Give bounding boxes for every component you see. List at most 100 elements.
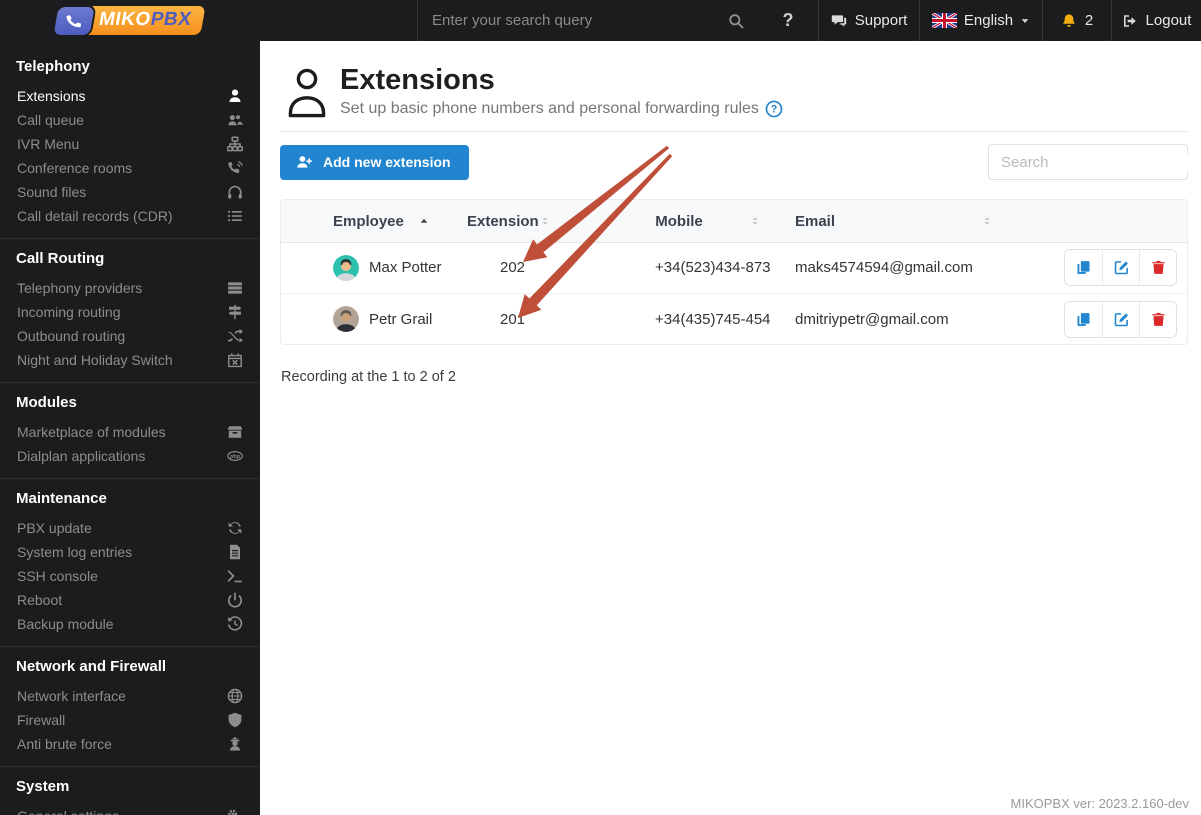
sidebar-item-label: Network interface bbox=[17, 688, 126, 704]
sidebar-item-general-settings[interactable]: General settings bbox=[0, 804, 260, 815]
sidebar-item-ivr-menu[interactable]: IVR Menu bbox=[0, 132, 260, 156]
map-signs-icon bbox=[227, 304, 243, 320]
help-button[interactable]: ? bbox=[758, 0, 818, 41]
logout-label: Logout bbox=[1145, 12, 1192, 29]
svg-text:php: php bbox=[230, 454, 241, 460]
global-search[interactable] bbox=[418, 0, 758, 41]
page-subtitle: Set up basic phone numbers and personal … bbox=[340, 100, 783, 118]
column-header-email[interactable]: Email bbox=[783, 200, 1018, 243]
sort-icon[interactable] bbox=[749, 215, 761, 227]
logout-button[interactable]: Logout bbox=[1112, 0, 1201, 41]
sort-icon[interactable] bbox=[539, 215, 551, 227]
sidebar-item-extensions[interactable]: Extensions bbox=[0, 84, 260, 108]
app-logo[interactable]: MIKOPBX bbox=[0, 0, 260, 41]
sidebar-item-label: Call queue bbox=[17, 112, 84, 128]
sidebar-item-call-queue[interactable]: Call queue bbox=[0, 108, 260, 132]
sidebar-item-system-log-entries[interactable]: System log entries bbox=[0, 540, 260, 564]
extension-cell: 201 bbox=[500, 310, 526, 328]
sidebar-nav: Telephony Extensions Call queue IVR Menu Con… bbox=[0, 41, 260, 815]
table-search[interactable] bbox=[988, 144, 1200, 181]
uk-flag-icon bbox=[931, 13, 957, 28]
edit-button[interactable] bbox=[1102, 301, 1139, 337]
sidebar-item-telephony-providers[interactable]: Telephony providers bbox=[0, 276, 260, 300]
sidebar-item-label: Incoming routing bbox=[17, 304, 121, 320]
sidebar-item-label: PBX update bbox=[17, 520, 92, 536]
users-icon bbox=[227, 112, 243, 128]
add-extension-button[interactable]: Add new extension bbox=[280, 144, 469, 180]
edit-button[interactable] bbox=[1102, 250, 1139, 286]
sidebar-item-incoming-routing[interactable]: Incoming routing bbox=[0, 300, 260, 324]
sort-asc-icon[interactable] bbox=[418, 215, 430, 227]
sidebar: MIKOPBX Telephony Extensions Call queue IVR… bbox=[0, 0, 260, 815]
svg-text:?: ? bbox=[771, 104, 778, 116]
sort-icon[interactable] bbox=[981, 215, 993, 227]
sidebar-section-title: Call Routing bbox=[16, 250, 105, 267]
pagination-summary: Recording at the 1 to 2 of 2 bbox=[281, 369, 456, 386]
sidebar-item-network-interface[interactable]: Network interface bbox=[0, 684, 260, 708]
column-actions bbox=[1018, 200, 1187, 243]
notifications-button[interactable]: 2 bbox=[1043, 0, 1111, 41]
rows-icon bbox=[227, 280, 243, 296]
sidebar-section-title: System bbox=[16, 778, 70, 795]
global-search-input[interactable] bbox=[432, 12, 728, 29]
sidebar-item-label: IVR Menu bbox=[17, 136, 80, 152]
version-label: MIKOPBX ver: 2023.2.160-dev bbox=[1010, 796, 1189, 811]
sidebar-item-dialplan-applications[interactable]: Dialplan applications php bbox=[0, 444, 260, 468]
sidebar-item-conference-rooms[interactable]: Conference rooms bbox=[0, 156, 260, 180]
avatar bbox=[333, 306, 359, 333]
sidebar-item-label: Extensions bbox=[17, 88, 86, 104]
trash-icon bbox=[1151, 260, 1166, 275]
language-selector[interactable]: English bbox=[920, 0, 1042, 41]
table-row-petr-grail[interactable]: Petr Grail 201 +34(435)745-454 dmitriypetr@… bbox=[281, 293, 1187, 344]
column-header-employee[interactable]: Employee bbox=[325, 200, 455, 243]
sidebar-section-system: System General settings bbox=[0, 766, 260, 815]
sidebar-item-night-and-holiday-switch[interactable]: Night and Holiday Switch bbox=[0, 348, 260, 372]
sidebar-item-label: Outbound routing bbox=[17, 328, 126, 344]
sidebar-item-firewall[interactable]: Firewall bbox=[0, 708, 260, 732]
php-icon: php bbox=[227, 448, 243, 464]
delete-button[interactable] bbox=[1139, 301, 1176, 337]
sidebar-item-sound-files[interactable]: Sound files bbox=[0, 180, 260, 204]
column-header-mobile[interactable]: Mobile bbox=[575, 200, 783, 243]
sign-out-icon bbox=[1122, 13, 1138, 29]
sidebar-item-pbx-update[interactable]: PBX update bbox=[0, 516, 260, 540]
avatar bbox=[333, 254, 359, 281]
random-icon bbox=[227, 328, 243, 344]
extension-cell: 202 bbox=[455, 242, 575, 294]
sidebar-item-marketplace-of-modules[interactable]: Marketplace of modules bbox=[0, 420, 260, 444]
support-button[interactable]: Support bbox=[819, 0, 919, 41]
sidebar-section-modules: Modules Marketplace of modules Dialplan ap… bbox=[0, 382, 260, 478]
chevron-down-icon bbox=[1020, 16, 1030, 26]
employee-cell: Petr Grail bbox=[325, 293, 455, 344]
box-icon bbox=[227, 424, 243, 440]
table-search-input[interactable] bbox=[1001, 153, 1200, 171]
search-icon[interactable] bbox=[728, 13, 744, 29]
copy-button[interactable] bbox=[1065, 301, 1102, 337]
delete-button[interactable] bbox=[1139, 250, 1176, 286]
actions-cell bbox=[1018, 293, 1187, 344]
list-icon bbox=[227, 208, 243, 224]
sidebar-section-title: Maintenance bbox=[16, 490, 107, 507]
power-icon bbox=[227, 592, 243, 608]
sidebar-item-reboot[interactable]: Reboot bbox=[0, 588, 260, 612]
email-cell: maks4574594@gmail.com bbox=[783, 242, 1018, 294]
toolbar: Add new extension bbox=[260, 132, 1201, 181]
edit-icon bbox=[1114, 260, 1129, 275]
copy-icon bbox=[1076, 312, 1091, 327]
sidebar-item-anti-brute-force[interactable]: Anti brute force bbox=[0, 732, 260, 756]
sidebar-item-ssh-console[interactable]: SSH console bbox=[0, 564, 260, 588]
page-header: Extensions Set up basic phone numbers an… bbox=[260, 41, 1201, 118]
sidebar-section-telephony: Telephony Extensions Call queue IVR Menu Con… bbox=[0, 47, 260, 238]
sidebar-item-call-detail-records-cdr[interactable]: Call detail records (CDR) bbox=[0, 204, 260, 228]
sidebar-item-backup-module[interactable]: Backup module bbox=[0, 612, 260, 636]
table-row-max-potter[interactable]: Max Potter 202 +34(523)434-873 maks4574594@… bbox=[281, 242, 1187, 294]
copy-button[interactable] bbox=[1065, 250, 1102, 286]
column-header-extension[interactable]: Extension bbox=[455, 200, 575, 243]
phone-icon bbox=[53, 6, 95, 35]
user-plus-icon bbox=[296, 154, 312, 170]
user-icon bbox=[227, 88, 243, 104]
sidebar-item-label: Call detail records (CDR) bbox=[17, 208, 173, 224]
question-circle-icon[interactable]: ? bbox=[765, 100, 783, 118]
sidebar-item-outbound-routing[interactable]: Outbound routing bbox=[0, 324, 260, 348]
sidebar-item-label: Backup module bbox=[17, 616, 114, 632]
